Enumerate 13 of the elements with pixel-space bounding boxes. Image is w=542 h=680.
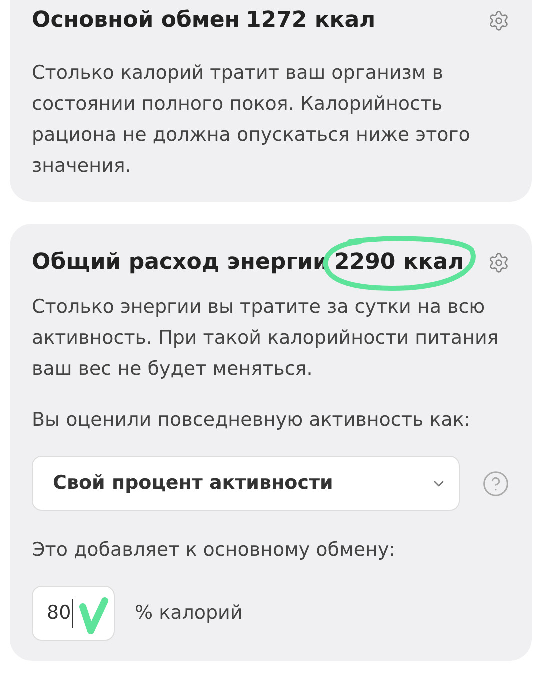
unit-label: % калорий [135,601,243,626]
settings-icon[interactable] [488,10,510,32]
card-title: Основной обмен [32,7,240,35]
activity-select[interactable]: Свой процент активности [32,456,460,511]
help-icon[interactable] [482,470,510,498]
activity-label: Вы оценили повседневную активность как: [32,408,472,433]
calorie-value: 2290 ккал [334,250,464,275]
addition-label: Это добавляет к основному обмену: [32,538,397,563]
calorie-value: 1272 ккал [246,8,376,33]
settings-icon[interactable] [488,252,510,274]
percent-input[interactable]: 80 [32,586,115,641]
card-description: Столько калорий тратит ваш организм в состоянии полного покоя. Калорийность рациона не должна опускаться ниже этого значения. [32,61,472,179]
card-description: Столько энергии вы тратите за сутки на всю активность. При такой калорийности питания ваш вес не будет меняться. [32,295,500,382]
